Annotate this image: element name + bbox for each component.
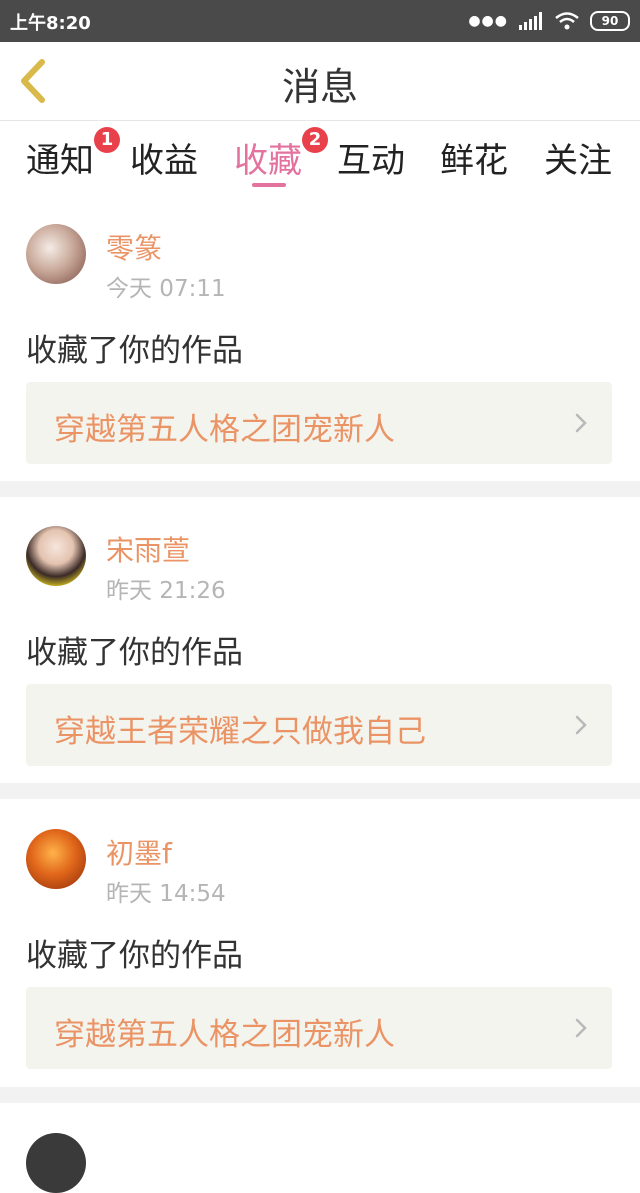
page-title: 消息: [281, 65, 358, 109]
status-time: 上午8:20: [10, 13, 91, 34]
avatar[interactable]: [26, 224, 86, 284]
message-time: 今天 07:11: [106, 276, 226, 302]
card-divider: [0, 481, 640, 497]
tab-follows[interactable]: 关注: [544, 133, 612, 182]
action-text: 收藏了你的作品: [26, 333, 243, 369]
user-name[interactable]: 初墨f: [106, 832, 172, 872]
tab-notifications[interactable]: 通知 1: [26, 127, 120, 182]
status-bar: 上午8:20 ●●● 90: [0, 0, 640, 42]
tab-label: 互动: [337, 141, 405, 181]
tab-flowers[interactable]: 鲜花: [440, 133, 508, 182]
tab-label: 收益: [130, 141, 198, 181]
avatar[interactable]: [26, 1133, 86, 1193]
card-divider: [0, 783, 640, 799]
tab-label: 鲜花: [440, 141, 508, 181]
message-card: 初墨f 昨天 14:54 收藏了你的作品 穿越第五人格之团宠新人: [0, 799, 640, 1087]
tab-label: 关注: [544, 141, 612, 181]
unread-badge: 2: [302, 127, 328, 153]
active-tab-indicator: [252, 183, 286, 187]
tab-label: 通知: [26, 141, 94, 181]
work-link[interactable]: 穿越第五人格之团宠新人: [26, 987, 612, 1069]
nav-bar: 消息: [0, 42, 640, 121]
work-title: 穿越第五人格之团宠新人: [54, 1017, 395, 1053]
work-title: 穿越第五人格之团宠新人: [54, 412, 395, 448]
tab-label: 收藏: [234, 141, 302, 181]
avatar[interactable]: [26, 526, 86, 586]
status-icons: ●●● 90: [468, 8, 630, 34]
avatar[interactable]: [26, 829, 86, 889]
chevron-right-icon: [575, 413, 587, 433]
user-name[interactable]: 零篆: [106, 227, 162, 267]
work-title: 穿越王者荣耀之只做我自己: [54, 714, 426, 750]
work-link[interactable]: 穿越王者荣耀之只做我自己: [26, 684, 612, 766]
chevron-right-icon: [575, 1018, 587, 1038]
action-text: 收藏了你的作品: [26, 938, 243, 974]
user-name[interactable]: 宋雨萱: [106, 529, 190, 569]
unread-badge: 1: [94, 127, 120, 153]
action-text: 收藏了你的作品: [26, 635, 243, 671]
chevron-right-icon: [575, 715, 587, 735]
battery-indicator: 90: [590, 11, 630, 31]
message-card: 宋雨萱 昨天 21:26 收藏了你的作品 穿越王者荣耀之只做我自己: [0, 497, 640, 783]
tab-favorites[interactable]: 收藏 2: [234, 127, 328, 182]
tab-interactions[interactable]: 互动: [337, 133, 405, 182]
wifi-icon: [555, 12, 579, 30]
message-card: [0, 1103, 640, 1193]
message-time: 昨天 14:54: [106, 881, 226, 907]
message-card: 零篆 今天 07:11 收藏了你的作品 穿越第五人格之团宠新人: [0, 203, 640, 481]
message-time: 昨天 21:26: [106, 578, 226, 604]
more-dots-icon: ●●●: [468, 13, 508, 29]
tab-bar: 通知 1 收益 收藏 2 互动 鲜花 关注: [0, 121, 640, 193]
work-link[interactable]: 穿越第五人格之团宠新人: [26, 382, 612, 464]
signal-icon: [519, 12, 542, 30]
tab-earnings[interactable]: 收益: [130, 133, 198, 182]
card-divider: [0, 1087, 640, 1103]
